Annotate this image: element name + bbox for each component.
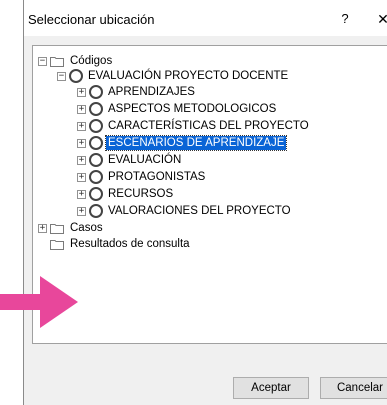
collapse-icon[interactable]: − bbox=[57, 71, 66, 81]
tree-node-label: EVALUACIÓN PROYECTO DOCENTE bbox=[88, 70, 289, 82]
collapse-icon[interactable]: − bbox=[38, 56, 47, 66]
code-circle-icon bbox=[89, 85, 103, 99]
tree-node-aspectos-metodologicos[interactable]: + ASPECTOS METODOLOGICOS bbox=[77, 101, 278, 117]
tree-node-label: RECURSOS bbox=[108, 188, 174, 200]
location-tree: − Códigos − EVALUACIÓN PROYECTO DOCENTE … bbox=[32, 45, 387, 344]
tree-node-label: PROTAGONISTAS bbox=[108, 171, 206, 183]
code-circle-icon bbox=[69, 69, 83, 83]
tree-node-label: CARACTERÍSTICAS DEL PROYECTO bbox=[108, 120, 309, 132]
folder-icon bbox=[50, 56, 64, 67]
expand-icon[interactable]: + bbox=[77, 121, 86, 131]
code-circle-icon bbox=[89, 153, 103, 167]
tree-node-label: VALORACIONES DEL PROYECTO bbox=[108, 205, 291, 217]
code-circle-icon bbox=[89, 119, 103, 133]
code-circle-icon bbox=[89, 187, 103, 201]
tree-node-aprendizajes[interactable]: + APRENDIZAJES bbox=[77, 84, 197, 100]
tree-node-label: ASPECTOS METODOLOGICOS bbox=[108, 103, 277, 115]
select-location-dialog: Seleccionar ubicación ? ✕ − Códigos − EV… bbox=[23, 0, 387, 405]
tree-node-label: EVALUACIÓN bbox=[108, 154, 182, 166]
tree-node-casos[interactable]: + Casos bbox=[38, 220, 105, 236]
code-circle-icon bbox=[89, 170, 103, 184]
tree-node-evaluacion-proyecto-docente[interactable]: − EVALUACIÓN PROYECTO DOCENTE bbox=[57, 68, 290, 84]
folder-icon bbox=[50, 239, 64, 250]
dialog-title: Seleccionar ubicación bbox=[28, 12, 155, 27]
help-button[interactable]: ? bbox=[336, 8, 354, 30]
tree-node-label: Casos bbox=[70, 222, 103, 234]
expand-icon[interactable]: + bbox=[77, 206, 86, 216]
code-circle-icon bbox=[89, 204, 103, 218]
code-circle-icon bbox=[89, 136, 103, 150]
tree-node-escenarios-de-aprendizaje[interactable]: + ESCENARIOS DE APRENDIZAJE bbox=[77, 135, 288, 151]
accept-button[interactable]: Aceptar bbox=[233, 377, 309, 399]
expand-icon[interactable]: + bbox=[77, 155, 86, 165]
tree-node-valoraciones-del-proyecto[interactable]: + VALORACIONES DEL PROYECTO bbox=[77, 203, 293, 219]
expand-icon[interactable]: + bbox=[77, 138, 86, 148]
tree-node-codigos[interactable]: − Códigos bbox=[38, 53, 114, 69]
code-circle-icon bbox=[89, 102, 103, 116]
tree-node-evaluacion[interactable]: + EVALUACIÓN bbox=[77, 152, 183, 168]
cancel-button[interactable]: Cancelar bbox=[320, 377, 387, 399]
tree-node-caracteristicas-del-proyecto[interactable]: + CARACTERÍSTICAS DEL PROYECTO bbox=[77, 118, 311, 134]
expand-icon[interactable]: + bbox=[77, 189, 86, 199]
tree-node-label: APRENDIZAJES bbox=[108, 86, 195, 98]
tree-node-protagonistas[interactable]: + PROTAGONISTAS bbox=[77, 169, 207, 185]
expand-icon[interactable]: + bbox=[38, 223, 47, 233]
close-button[interactable]: ✕ bbox=[374, 8, 387, 30]
tree-node-recursos[interactable]: + RECURSOS bbox=[77, 186, 175, 202]
title-bar: Seleccionar ubicación ? ✕ bbox=[24, 0, 387, 36]
tree-node-resultados-de-consulta[interactable]: Resultados de consulta bbox=[50, 236, 192, 252]
expand-icon[interactable]: + bbox=[77, 104, 86, 114]
expand-icon[interactable]: + bbox=[77, 87, 86, 97]
folder-icon bbox=[50, 223, 64, 234]
tree-node-label: Resultados de consulta bbox=[70, 238, 190, 250]
tree-node-label-selected: ESCENARIOS DE APRENDIZAJE bbox=[104, 135, 288, 151]
tree-node-label: Códigos bbox=[70, 55, 113, 67]
expand-icon[interactable]: + bbox=[77, 172, 86, 182]
annotation-arrow-icon bbox=[0, 276, 78, 328]
